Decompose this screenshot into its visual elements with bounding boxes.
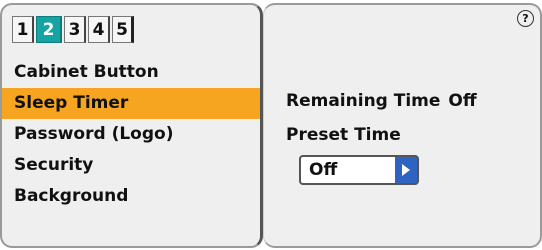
left-menu-panel: 1 2 3 4 5 Cabinet Button Sleep Timer Pas… xyxy=(0,3,263,248)
remaining-time-value: Off xyxy=(448,91,477,111)
detail-panel: ? Remaining Time Off Preset Time Off xyxy=(263,3,542,248)
preset-time-label: Preset Time xyxy=(286,125,401,145)
menu-item-password-logo[interactable]: Password (Logo) xyxy=(2,119,260,150)
help-icon[interactable]: ? xyxy=(517,10,534,27)
preset-time-value: Off xyxy=(309,160,338,180)
arrow-right-icon[interactable] xyxy=(395,157,417,183)
page-tabs: 1 2 3 4 5 xyxy=(12,16,136,43)
tab-5[interactable]: 5 xyxy=(112,16,134,43)
preset-time-select[interactable]: Off xyxy=(299,155,419,185)
menu-item-cabinet-button[interactable]: Cabinet Button xyxy=(2,57,260,88)
menu-item-sleep-timer[interactable]: Sleep Timer xyxy=(2,88,260,119)
tab-1[interactable]: 1 xyxy=(12,16,34,43)
tab-2[interactable]: 2 xyxy=(36,16,62,43)
remaining-time-label: Remaining Time xyxy=(286,91,441,111)
menu-item-security[interactable]: Security xyxy=(2,150,260,181)
tab-4[interactable]: 4 xyxy=(88,16,110,43)
remaining-time-row: Remaining Time Off xyxy=(286,91,477,111)
tab-3[interactable]: 3 xyxy=(64,16,86,43)
settings-menu: Cabinet Button Sleep Timer Password (Log… xyxy=(2,57,260,212)
menu-item-background[interactable]: Background xyxy=(2,181,260,212)
